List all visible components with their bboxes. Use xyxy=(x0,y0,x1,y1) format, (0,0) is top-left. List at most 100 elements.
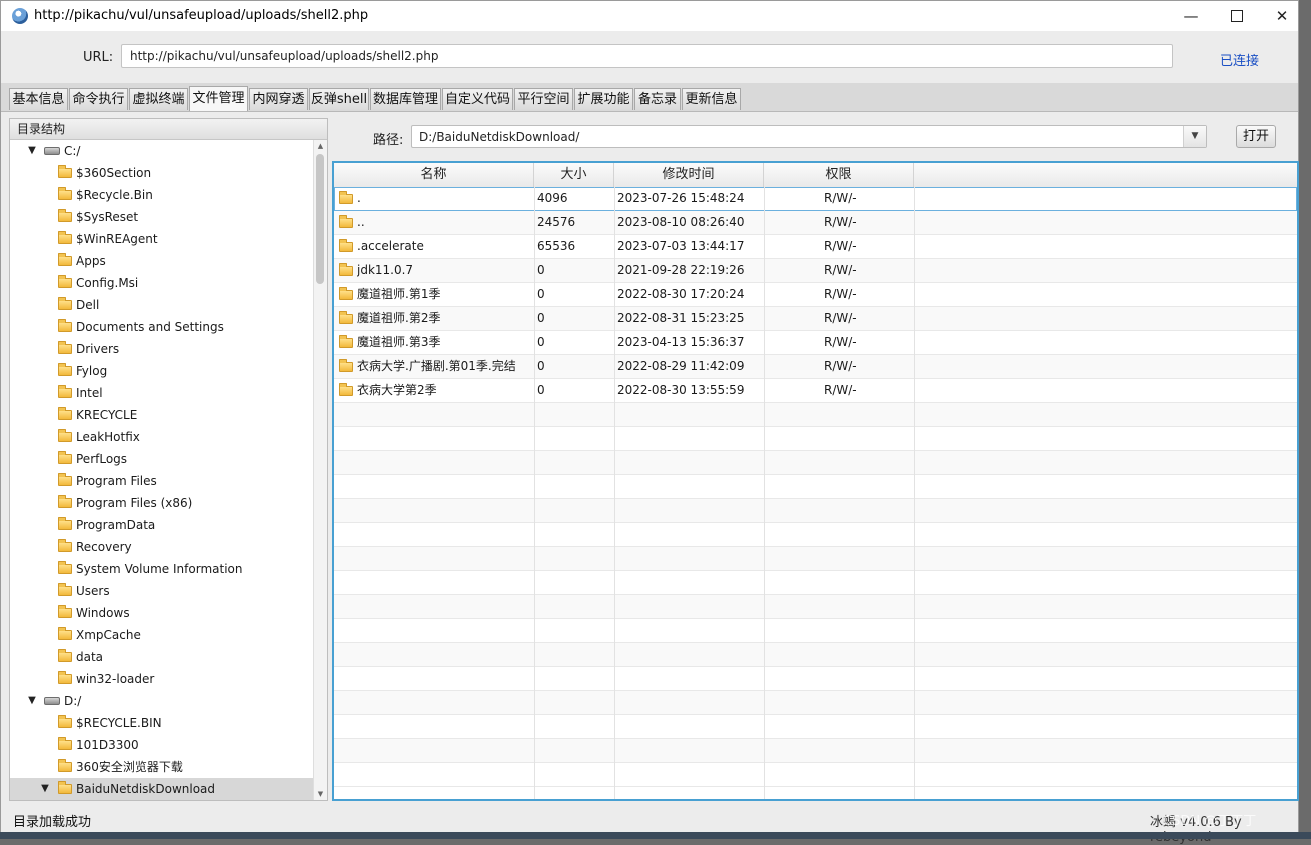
folder-icon xyxy=(58,495,72,508)
path-combobox[interactable]: D:/BaiduNetdiskDownload/ ▼ xyxy=(411,125,1207,148)
tree-drive-item[interactable]: ▼ C:/ xyxy=(10,140,315,162)
tree-folder-item[interactable]: Windows xyxy=(10,602,315,624)
tree-folder-item[interactable]: XmpCache xyxy=(10,624,315,646)
folder-icon xyxy=(58,583,72,596)
empty-table-row xyxy=(334,595,1297,619)
scroll-down-icon[interactable]: ▼ xyxy=(314,788,327,800)
tree-folder-item[interactable]: Users xyxy=(10,580,315,602)
tree-item-label: Program Files xyxy=(76,474,157,488)
tree-folder-item[interactable]: $RECYCLE.BIN xyxy=(10,712,315,734)
tree-folder-item[interactable]: System Volume Information xyxy=(10,558,315,580)
open-button[interactable]: 打开 xyxy=(1236,125,1276,148)
tree-folder-item[interactable]: Recovery xyxy=(10,536,315,558)
table-row[interactable]: .accelerate 65536 2023-07-03 13:44:17 R/W/- xyxy=(334,235,1297,259)
tree-scrollbar[interactable]: ▲ ▼ xyxy=(313,140,327,800)
tree-folder-item[interactable]: ProgramData xyxy=(10,514,315,536)
url-input[interactable] xyxy=(121,44,1173,68)
table-row[interactable]: 魔道祖师.第2季 0 2022-08-31 15:23:25 R/W/- xyxy=(334,307,1297,331)
tree-folder-item[interactable]: Apps xyxy=(10,250,315,272)
cell-size: 24576 xyxy=(537,215,576,229)
cell-mtime: 2021-09-28 22:19:26 xyxy=(617,263,745,277)
tree-folder-item[interactable]: $Recycle.Bin xyxy=(10,184,315,206)
table-row[interactable]: .. 24576 2023-08-10 08:26:40 R/W/- xyxy=(334,211,1297,235)
empty-table-row xyxy=(334,403,1297,427)
folder-icon xyxy=(339,239,353,252)
empty-table-row xyxy=(334,571,1297,595)
tree-item-label: LeakHotfix xyxy=(76,430,140,444)
folder-icon xyxy=(58,187,72,200)
tree-item-label: PerfLogs xyxy=(76,452,128,466)
tab-basic-info[interactable]: 基本信息 xyxy=(9,88,68,110)
url-bar: URL: 已连接 xyxy=(1,31,1298,83)
tree-folder-item[interactable]: Documents and Settings xyxy=(10,316,315,338)
minimize-icon: — xyxy=(1183,7,1199,25)
empty-table-row xyxy=(334,547,1297,571)
tab-command-exec[interactable]: 命令执行 xyxy=(69,88,128,110)
tab-custom-code[interactable]: 自定义代码 xyxy=(442,88,513,110)
drive-icon xyxy=(44,147,60,155)
minimize-button[interactable]: — xyxy=(1168,1,1214,31)
tab-database-manager[interactable]: 数据库管理 xyxy=(370,88,441,110)
tree-folder-item[interactable]: LeakHotfix xyxy=(10,426,315,448)
expand-toggle-icon[interactable]: ▼ xyxy=(26,140,38,162)
url-label: URL: xyxy=(83,50,114,65)
tree-folder-item[interactable]: win32-loader xyxy=(10,668,315,690)
folder-icon xyxy=(58,275,72,288)
tree-folder-item[interactable]: data xyxy=(10,646,315,668)
tree-folder-item[interactable]: $SysReset xyxy=(10,206,315,228)
column-header-mtime[interactable]: 修改时间 xyxy=(614,163,764,187)
column-header-permission[interactable]: 权限 xyxy=(764,163,914,187)
folder-icon xyxy=(339,335,353,348)
tree-folder-item[interactable]: 101D3300 xyxy=(10,734,315,756)
tab-file-manager[interactable]: 文件管理 xyxy=(189,86,248,111)
folder-icon xyxy=(58,231,72,244)
scroll-up-icon[interactable]: ▲ xyxy=(314,140,327,152)
scroll-thumb[interactable] xyxy=(316,154,324,284)
cell-size: 0 xyxy=(537,311,545,325)
tree-folder-item[interactable]: PerfLogs xyxy=(10,448,315,470)
tab-update-info[interactable]: 更新信息 xyxy=(682,88,741,110)
expand-toggle-icon[interactable]: ▼ xyxy=(39,778,51,800)
tree-folder-item[interactable]: $360Section xyxy=(10,162,315,184)
tab-virtual-terminal[interactable]: 虚拟终端 xyxy=(129,88,188,110)
maximize-button[interactable] xyxy=(1214,1,1260,31)
table-row[interactable]: jdk11.0.7 0 2021-09-28 22:19:26 R/W/- xyxy=(334,259,1297,283)
tree-folder-item[interactable]: Config.Msi xyxy=(10,272,315,294)
tree-folder-item[interactable]: Dell xyxy=(10,294,315,316)
folder-icon xyxy=(58,165,72,178)
tab-memo[interactable]: 备忘录 xyxy=(634,88,681,110)
table-row[interactable]: 魔道祖师.第3季 0 2023-04-13 15:36:37 R/W/- xyxy=(334,331,1297,355)
table-row[interactable]: 衣病大学第2季 0 2022-08-30 13:55:59 R/W/- xyxy=(334,379,1297,403)
file-table: 名称 大小 修改时间 权限 衣病大学第2季 0 2022-08-30 13:55:5… xyxy=(332,161,1299,801)
column-header-size[interactable]: 大小 xyxy=(534,163,614,187)
tree-item-label: Config.Msi xyxy=(76,276,139,290)
table-body: 衣病大学第2季 0 2022-08-30 13:55:59 R/W/- 衣病大学.广播剧… xyxy=(334,187,1297,799)
tree-folder-item[interactable]: KRECYCLE xyxy=(10,404,315,426)
tree-folder-item[interactable]: ▼ BaiduNetdiskDownload xyxy=(10,778,315,800)
tree-item-label: D:/ xyxy=(64,694,82,708)
tree-drive-item[interactable]: ▼ D:/ xyxy=(10,690,315,712)
tab-parallel-space[interactable]: 平行空间 xyxy=(514,88,573,110)
tree-folder-item[interactable]: Intel xyxy=(10,382,315,404)
tab-reverse-shell[interactable]: 反弹shell xyxy=(309,88,369,110)
cell-permission: R/W/- xyxy=(824,287,857,301)
empty-table-row xyxy=(334,619,1297,643)
tab-intranet-tunnel[interactable]: 内网穿透 xyxy=(249,88,308,110)
expand-toggle-icon[interactable]: ▼ xyxy=(26,690,38,712)
table-row[interactable]: 魔道祖师.第1季 0 2022-08-30 17:20:24 R/W/- xyxy=(334,283,1297,307)
tree-folder-item[interactable]: Fylog xyxy=(10,360,315,382)
tree-folder-item[interactable]: Program Files xyxy=(10,470,315,492)
table-row[interactable]: 衣病大学.广播剧.第01季.完结 0 2022-08-29 11:42:09 R/W/… xyxy=(334,355,1297,379)
tree-item-label: System Volume Information xyxy=(76,562,243,576)
tree-folder-item[interactable]: 360安全浏览器下载 xyxy=(10,756,315,778)
tree-folder-item[interactable]: $WinREAgent xyxy=(10,228,315,250)
tree-folder-item[interactable]: Drivers xyxy=(10,338,315,360)
empty-table-row xyxy=(334,667,1297,691)
chevron-down-icon[interactable]: ▼ xyxy=(1183,126,1206,147)
tree-folder-item[interactable]: Program Files (x86) xyxy=(10,492,315,514)
table-row[interactable]: . 4096 2023-07-26 15:48:24 R/W/- xyxy=(334,187,1297,211)
folder-icon xyxy=(58,473,72,486)
close-button[interactable]: ✕ xyxy=(1259,1,1305,31)
tab-extensions[interactable]: 扩展功能 xyxy=(574,88,633,110)
column-header-name[interactable]: 名称 xyxy=(334,163,534,187)
